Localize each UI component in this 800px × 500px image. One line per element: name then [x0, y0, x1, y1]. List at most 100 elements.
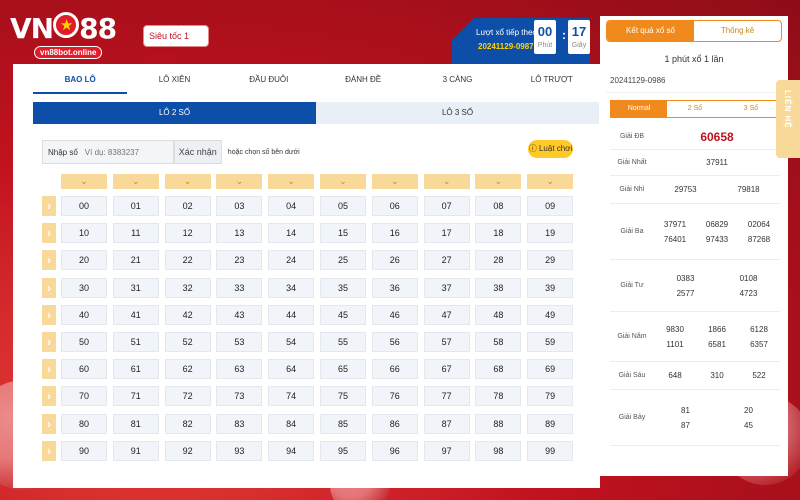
number-cell[interactable]: 89 [527, 413, 574, 434]
number-cell[interactable]: 72 [164, 386, 211, 407]
number-cell[interactable]: 87 [423, 413, 470, 434]
column-select-chevron-icon[interactable]: ⌄ [61, 174, 107, 189]
tab-lo-truot[interactable]: LÔ TRƯỢT [505, 70, 599, 94]
column-select-chevron-icon[interactable]: ⌄ [320, 174, 366, 189]
number-cell[interactable]: 94 [268, 440, 315, 461]
number-cell[interactable]: 37 [423, 277, 470, 298]
number-cell[interactable]: 12 [164, 223, 211, 244]
tab-lo-xien[interactable]: LÔ XIÊN [127, 70, 221, 94]
number-cell[interactable]: 27 [423, 250, 470, 271]
number-cell[interactable]: 84 [268, 413, 315, 434]
subtab-lo-3-so[interactable]: LÔ 3 SỐ [316, 102, 599, 124]
number-cell[interactable]: 68 [475, 359, 522, 380]
contact-side-tab[interactable]: LIÊN HỆ [776, 80, 800, 158]
mode-2-so[interactable]: 2 Số [667, 101, 723, 117]
number-cell[interactable]: 23 [216, 250, 263, 271]
number-cell[interactable]: 64 [268, 359, 315, 380]
number-cell[interactable]: 49 [527, 304, 574, 325]
number-cell[interactable]: 26 [371, 250, 418, 271]
number-cell[interactable]: 66 [371, 359, 418, 380]
number-cell[interactable]: 71 [112, 386, 159, 407]
number-cell[interactable]: 70 [61, 386, 107, 407]
row-select-chevron-icon[interactable]: › [42, 413, 56, 434]
number-cell[interactable]: 22 [164, 250, 211, 271]
number-cell[interactable]: 35 [320, 277, 366, 298]
number-cell[interactable]: 07 [423, 196, 470, 216]
tab-dau-duoi[interactable]: ĐẦU ĐUÔI [222, 70, 316, 94]
rules-button[interactable]: ⓘ Luật chơi [528, 140, 573, 158]
number-cell[interactable]: 29 [527, 250, 574, 271]
number-input[interactable] [81, 140, 174, 164]
number-cell[interactable]: 67 [423, 359, 470, 380]
row-select-chevron-icon[interactable]: › [42, 196, 56, 216]
number-cell[interactable]: 51 [112, 332, 159, 352]
number-cell[interactable]: 21 [112, 250, 159, 271]
brand-logo[interactable]: VN ★ 88 vn88bot.online [10, 8, 135, 59]
number-cell[interactable]: 91 [112, 440, 159, 461]
number-cell[interactable]: 85 [320, 413, 366, 434]
number-cell[interactable]: 34 [268, 277, 315, 298]
number-cell[interactable]: 53 [216, 332, 263, 352]
number-cell[interactable]: 44 [268, 304, 315, 325]
number-cell[interactable]: 65 [320, 359, 366, 380]
number-cell[interactable]: 32 [164, 277, 211, 298]
number-cell[interactable]: 42 [164, 304, 211, 325]
number-cell[interactable]: 81 [112, 413, 159, 434]
row-select-chevron-icon[interactable]: › [42, 304, 56, 325]
tab-3-cang[interactable]: 3 CÀNG [410, 70, 504, 94]
tab-danh-de[interactable]: ĐÁNH ĐỀ [316, 70, 410, 94]
number-cell[interactable]: 01 [112, 196, 159, 216]
number-cell[interactable]: 41 [112, 304, 159, 325]
number-cell[interactable]: 82 [164, 413, 211, 434]
number-cell[interactable]: 78 [475, 386, 522, 407]
number-cell[interactable]: 93 [216, 440, 263, 461]
number-cell[interactable]: 00 [61, 196, 107, 216]
number-cell[interactable]: 16 [371, 223, 418, 244]
tab-statistics[interactable]: Thống kê [694, 21, 781, 41]
confirm-button[interactable]: Xác nhận [173, 140, 222, 164]
number-cell[interactable]: 77 [423, 386, 470, 407]
number-cell[interactable]: 46 [371, 304, 418, 325]
number-cell[interactable]: 86 [371, 413, 418, 434]
number-cell[interactable]: 14 [268, 223, 315, 244]
number-cell[interactable]: 39 [527, 277, 574, 298]
row-select-chevron-icon[interactable]: › [42, 332, 56, 352]
number-cell[interactable]: 18 [475, 223, 522, 244]
number-cell[interactable]: 48 [475, 304, 522, 325]
number-cell[interactable]: 09 [527, 196, 574, 216]
number-cell[interactable]: 13 [216, 223, 263, 244]
number-cell[interactable]: 25 [320, 250, 366, 271]
number-cell[interactable]: 79 [527, 386, 574, 407]
number-cell[interactable]: 28 [475, 250, 522, 271]
tab-bao-lo[interactable]: BAO LÔ [33, 70, 128, 94]
number-cell[interactable]: 08 [475, 196, 522, 216]
column-select-chevron-icon[interactable]: ⌄ [423, 174, 470, 189]
row-select-chevron-icon[interactable]: › [42, 359, 56, 380]
row-select-chevron-icon[interactable]: › [42, 223, 56, 244]
number-cell[interactable]: 33 [216, 277, 263, 298]
number-cell[interactable]: 15 [320, 223, 366, 244]
number-cell[interactable]: 36 [371, 277, 418, 298]
number-cell[interactable]: 83 [216, 413, 263, 434]
number-cell[interactable]: 80 [61, 413, 107, 434]
number-cell[interactable]: 54 [268, 332, 315, 352]
number-cell[interactable]: 05 [320, 196, 366, 216]
number-cell[interactable]: 55 [320, 332, 366, 352]
number-cell[interactable]: 57 [423, 332, 470, 352]
number-cell[interactable]: 19 [527, 223, 574, 244]
column-select-chevron-icon[interactable]: ⌄ [527, 174, 574, 189]
number-cell[interactable]: 59 [527, 332, 574, 352]
number-cell[interactable]: 24 [268, 250, 315, 271]
number-cell[interactable]: 62 [164, 359, 211, 380]
number-cell[interactable]: 40 [61, 304, 107, 325]
column-select-chevron-icon[interactable]: ⌄ [268, 174, 315, 189]
number-cell[interactable]: 30 [61, 277, 107, 298]
column-select-chevron-icon[interactable]: ⌄ [216, 174, 263, 189]
number-cell[interactable]: 92 [164, 440, 211, 461]
number-cell[interactable]: 11 [112, 223, 159, 244]
column-select-chevron-icon[interactable]: ⌄ [164, 174, 211, 189]
number-cell[interactable]: 56 [371, 332, 418, 352]
row-select-chevron-icon[interactable]: › [42, 440, 56, 461]
number-cell[interactable]: 63 [216, 359, 263, 380]
number-cell[interactable]: 47 [423, 304, 470, 325]
